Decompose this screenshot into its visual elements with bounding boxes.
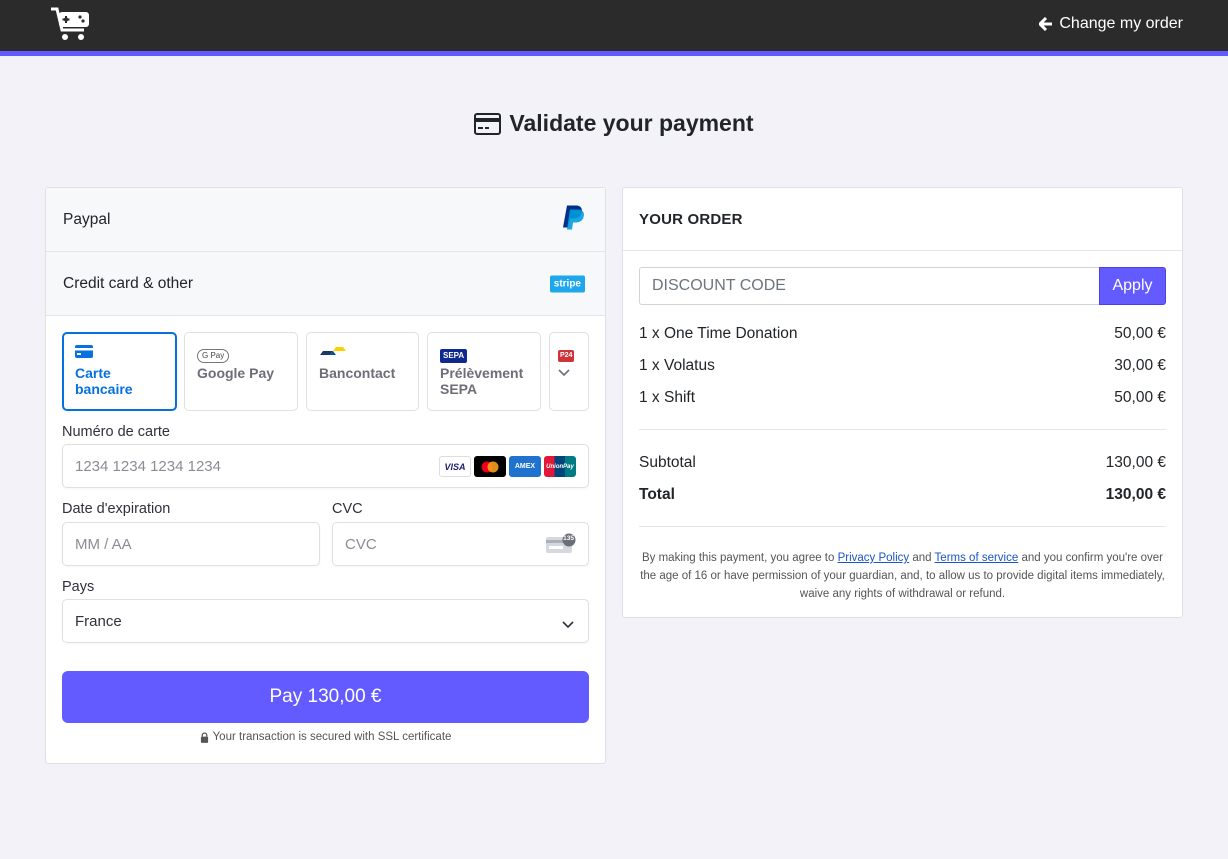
total-label: Total [639,486,675,503]
item-price: 50,00 € [1114,325,1166,342]
arrow-left-icon [1039,17,1053,31]
card-number-input[interactable]: 1234 1234 1234 1234 VISA AMEX UnionPay [62,444,589,488]
terms-part: By making this payment, you agree to [641,552,838,564]
terms-part: and [909,552,935,564]
tab-label: SEPA [440,381,478,397]
subtotal-row: Subtotal 130,00 € [639,454,1166,472]
order-title: YOUR ORDER [623,188,1182,251]
credit-card-icon [474,112,502,135]
payment-method-paypal[interactable]: Paypal [46,188,605,252]
item-price: 50,00 € [1114,389,1166,406]
page-title: Validate your payment [0,110,1228,137]
cvc-card-icon: 135 [546,533,576,555]
sepa-icon: SEPA [440,345,528,363]
chevron-down-icon [558,364,570,380]
item-name: 1 x One Time Donation [639,325,798,342]
change-order-link[interactable]: Change my order [1039,15,1183,33]
p24-icon: P24 [558,344,580,362]
chevron-down-icon [562,616,574,633]
tab-google-pay[interactable]: G Pay Google Pay [184,332,298,411]
subtotal-label: Subtotal [639,454,696,471]
change-order-label: Change my order [1059,15,1183,32]
card-brands: VISA AMEX UnionPay [439,456,576,477]
tab-label: bancaire [75,381,133,397]
discount-code-input[interactable]: DISCOUNT CODE [639,267,1101,305]
country-select[interactable]: France [62,599,589,643]
expiry-input[interactable]: MM / AA [62,522,320,566]
tab-label: Prélèvement [440,365,524,381]
item-name: 1 x Shift [639,389,695,406]
item-price: 30,00 € [1114,357,1166,374]
card-number-placeholder: 1234 1234 1234 1234 [75,457,221,475]
visa-icon: VISA [439,456,471,477]
country-value: France [75,612,122,630]
order-line-item: 1 x Volatus 30,00 € [639,357,1166,375]
divider [639,526,1166,527]
subtotal-value: 130,00 € [1105,454,1166,471]
total-value: 130,00 € [1105,486,1166,503]
tab-more[interactable]: P24 [549,332,589,411]
paypal-label: Paypal [63,210,111,228]
order-card: YOUR ORDER DISCOUNT CODE Apply 1 x One T… [622,187,1183,618]
mastercard-icon [474,456,506,477]
paypal-logo-icon [561,204,585,235]
tab-label: Google Pay [197,365,275,381]
card-number-label: Numéro de carte [62,424,170,440]
country-label: Pays [62,579,95,595]
expiry-label: Date d'expiration [62,501,171,517]
pay-button[interactable]: Pay 130,00 € [62,671,589,723]
tab-carte-bancaire[interactable]: Carte bancaire [62,332,177,411]
payment-card: Paypal Credit card & other stripe Carte … [45,187,606,764]
divider [639,429,1166,430]
page-title-text: Validate your payment [509,110,754,136]
cvc-placeholder: CVC [345,535,377,553]
terms-text: By making this payment, you agree to Pri… [639,549,1166,603]
cvc-label: CVC [332,501,363,517]
google-pay-icon: G Pay [197,345,285,363]
stripe-logo-icon: stripe [549,275,585,292]
card-icon [75,345,164,361]
order-line-item: 1 x One Time Donation 50,00 € [639,325,1166,343]
secure-note-text: Your transaction is secured with SSL cer… [212,731,452,743]
lock-icon [200,731,208,743]
secure-note: Your transaction is secured with SSL cer… [46,731,605,743]
discount-placeholder: DISCOUNT CODE [652,277,786,294]
order-line-item: 1 x Shift 50,00 € [639,389,1166,407]
top-bar: Change my order [0,0,1228,56]
cvc-input[interactable]: CVC 135 [332,522,589,566]
terms-of-service-link[interactable]: Terms of service [935,552,1019,564]
cart-gamepad-icon[interactable] [50,6,92,42]
expiry-placeholder: MM / AA [75,535,132,553]
apply-button[interactable]: Apply [1099,267,1166,305]
tab-label: Carte [75,365,111,381]
card-method-label: Credit card & other [63,274,194,292]
tab-label: Bancontact [319,365,396,381]
bancontact-icon [319,345,406,361]
privacy-policy-link[interactable]: Privacy Policy [838,552,910,564]
item-name: 1 x Volatus [639,357,715,374]
tab-sepa[interactable]: SEPA Prélèvement SEPA [427,332,541,411]
unionpay-icon: UnionPay [544,456,576,477]
cvc-badge: 135 [563,535,574,542]
tab-bancontact[interactable]: Bancontact [306,332,419,411]
payment-method-card[interactable]: Credit card & other stripe [46,252,605,316]
total-row: Total 130,00 € [639,486,1166,504]
amex-icon: AMEX [509,456,541,477]
